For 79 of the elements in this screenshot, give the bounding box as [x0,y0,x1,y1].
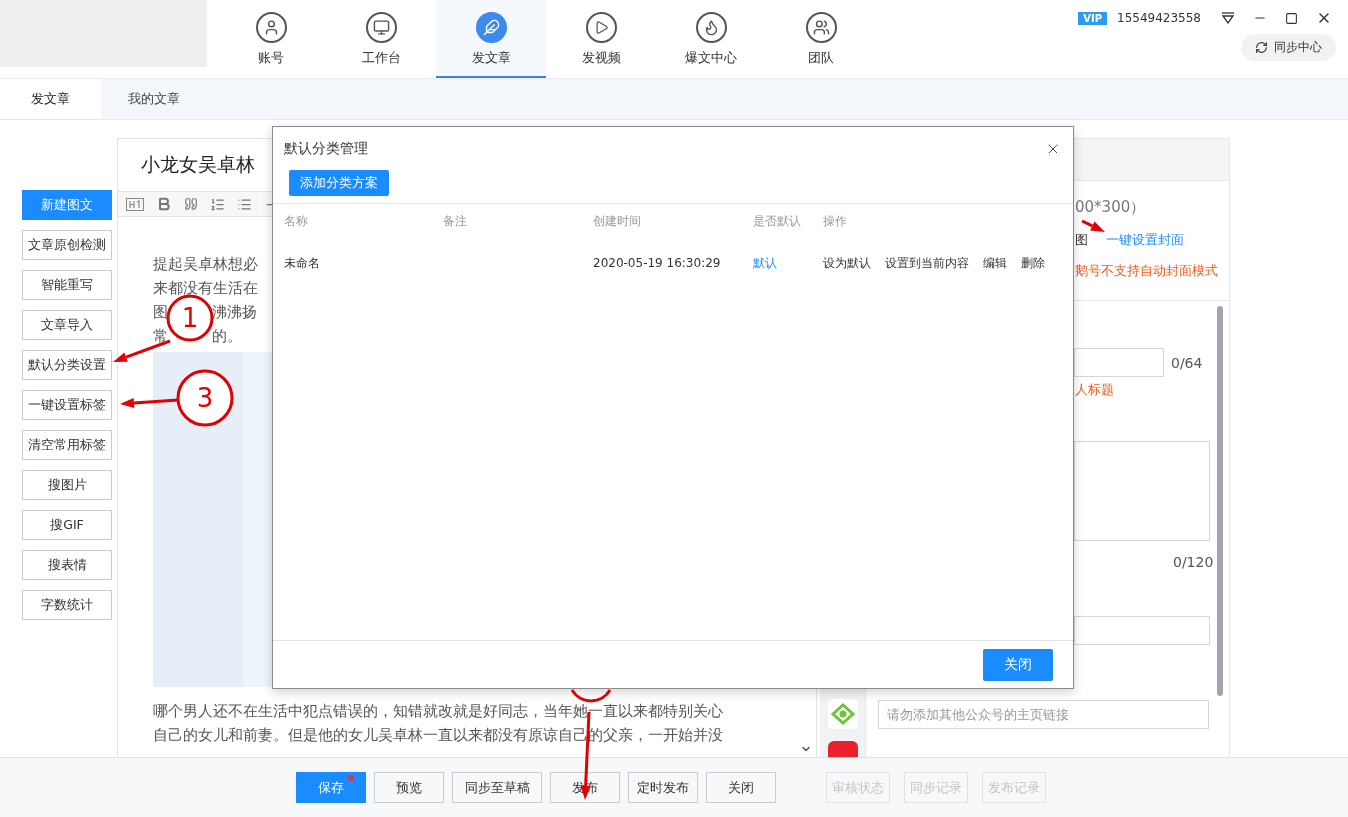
column-header: 创建时间 [593,212,642,230]
annotation-circle [176,369,234,427]
vip-badge: VIP [1078,11,1107,25]
sub-tab[interactable]: 我的文章 [101,79,207,119]
nav-tab[interactable]: 发视频 [546,0,656,78]
nav-tab[interactable]: 爆文中心 [656,0,766,78]
action-button[interactable]: 预览 [374,772,444,803]
column-header: 名称 [284,212,309,230]
sidebar-button[interactable]: 搜图片 [22,470,112,500]
refresh-icon [1255,41,1268,54]
text-input[interactable] [1074,616,1210,645]
feather-icon [482,19,500,36]
table-cell-text: 2020-05-19 16:30:29 [593,256,722,270]
paragraph-line: 哪个男人还不在生活中犯点错误的，知错就改就是好同志，当年她一直以来都特别关心 [153,702,723,721]
title-input[interactable] [1074,348,1164,377]
list-icon[interactable] [237,196,252,212]
title-count: 0/64 [1171,354,1203,371]
set-cover-link[interactable]: 一键设置封面 [1106,231,1184,249]
heading-icon[interactable] [126,197,144,211]
sidebar-button[interactable]: 字数统计 [22,590,112,620]
annotation-number: 1 [181,303,199,333]
nav-tab[interactable]: 团队 [766,0,876,78]
scrollbar[interactable] [1217,306,1223,696]
cover-warning: 鹅号不支持自动封面模式 [1075,263,1219,280]
monitor-icon [372,19,390,36]
maximize-button[interactable] [1285,11,1298,25]
nav-tab[interactable]: 账号 [216,0,326,78]
column-header: 备注 [443,212,468,230]
maximize-icon [1285,11,1298,25]
action-link[interactable]: 设为默认 [823,254,871,272]
play-icon [593,20,609,35]
eye-logo-icon[interactable] [827,699,858,729]
sidebar-button[interactable]: 一键设置标签 [22,390,112,420]
dropdown-button[interactable] [1221,12,1235,24]
sidebar-button[interactable]: 清空常用标签 [22,430,112,460]
title-hint: 人标题 [1075,382,1115,399]
table-cell-text: 未命名 [284,254,321,272]
sidebar-button[interactable]: 文章导入 [22,310,112,340]
unsaved-dot [348,775,354,781]
paragraph-fragment: 沸沸扬 [212,303,257,322]
annotation-arrow [1081,219,1105,232]
team-icon [812,19,830,36]
nav-tab[interactable]: 工作台 [326,0,436,78]
cover-label: 图 [1075,231,1088,249]
bold-icon[interactable] [156,196,172,212]
column-header: 是否默认 [753,212,802,230]
action-button[interactable]: 同步至草稿 [452,772,542,803]
ordered-list-icon[interactable] [210,196,225,212]
paragraph-line: 自己的女儿和前妻。但是他的女儿吴卓林一直以来都没有原谅自己的父亲，一开始并没 [153,726,723,745]
paragraph-line: 来都没有生活在 [153,279,258,298]
link-input[interactable]: 请勿添加其他公众号的主页链接 [878,700,1209,729]
size-hint: 00*300） [1075,198,1147,217]
sidebar-button[interactable]: 智能重写 [22,270,112,300]
sidebar-button[interactable]: 搜表情 [22,550,112,580]
sidebar-button[interactable]: 文章原创检测 [22,230,112,260]
nav-tab[interactable]: 发文章 [436,0,546,78]
action-link[interactable]: 删除 [1021,254,1045,272]
dialog-title: 默认分类管理 [284,139,368,158]
account-phone: 15549423558 [1117,11,1201,25]
quote-icon[interactable] [184,197,198,211]
action-link[interactable]: 设置到当前内容 [885,254,969,272]
column-header: 操作 [823,212,848,230]
action-button[interactable]: 关闭 [706,772,776,803]
annotation-arrow [120,398,179,408]
sub-tab[interactable]: 发文章 [0,79,101,119]
paragraph-fragment: 常 [153,327,168,346]
summary-count: 0/120 [1173,554,1215,570]
dropdown-icon [1221,12,1235,24]
action-link[interactable]: 编辑 [983,254,1007,272]
action-button[interactable]: 定时发布 [628,772,698,803]
paragraph-fragment: 的。 [212,327,242,346]
sync-center-button[interactable]: 同步中心 [1241,34,1336,61]
sidebar-button[interactable]: 搜GIF [22,510,112,540]
annotation-number: 3 [196,383,214,413]
paragraph-line: 提起吴卓林想必 [153,255,258,274]
paragraph-fragment: 图 [153,303,168,322]
sidebar-button[interactable]: 默认分类设置 [22,350,112,380]
default-link[interactable]: 默认 [753,254,823,272]
annotation-circle [166,294,214,342]
